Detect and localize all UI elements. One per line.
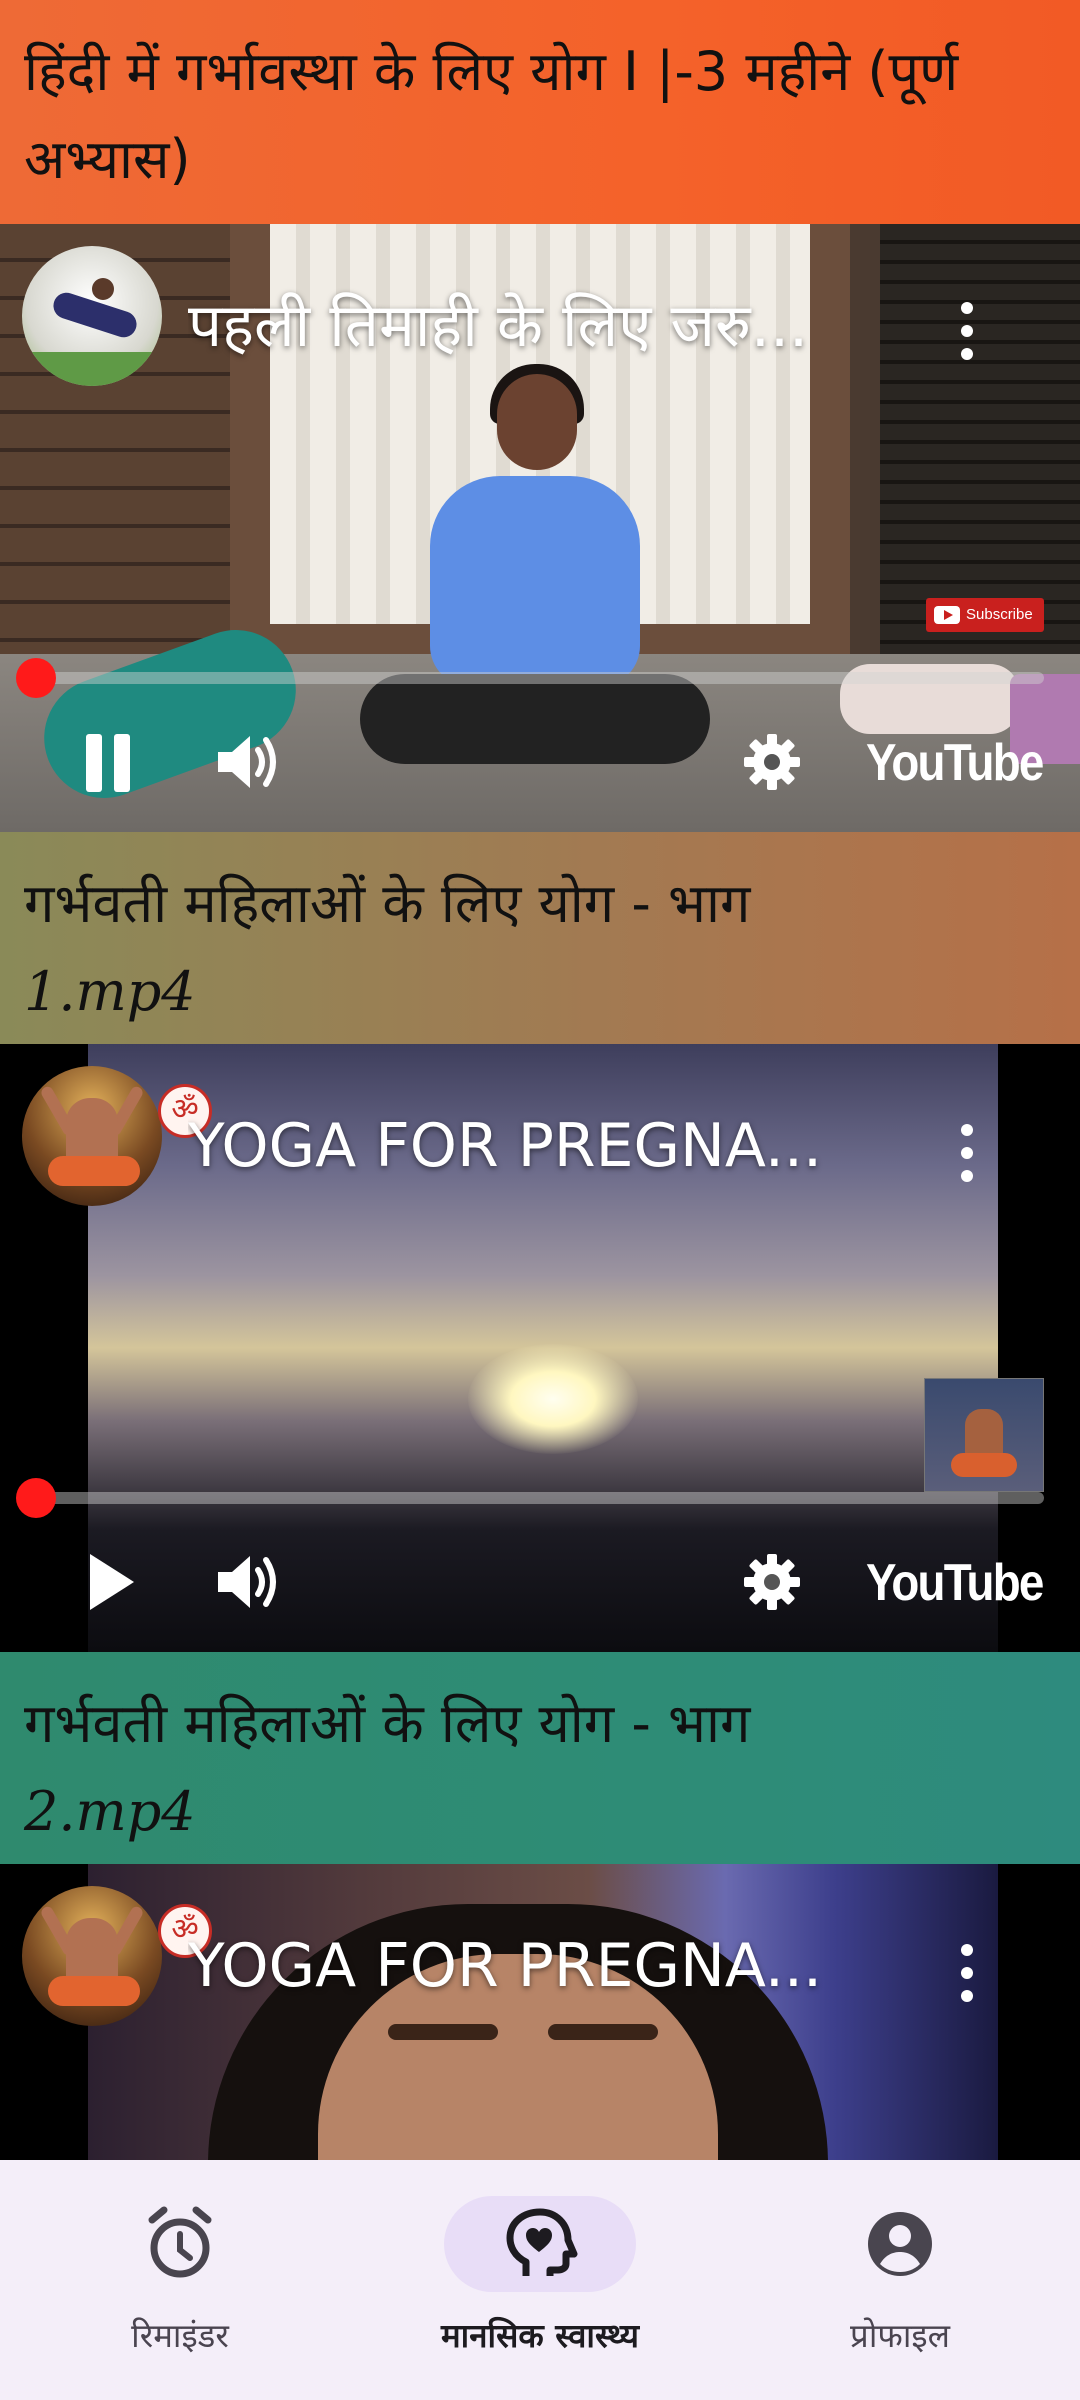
youtube-logo[interactable]: YouTube	[866, 1548, 1044, 1618]
nav-item-label: मानसिक स्वास्थ्य	[440, 2316, 640, 2355]
channel-watermark[interactable]	[924, 1378, 1044, 1492]
video-title[interactable]: YOGA FOR PREGNA...	[188, 1104, 878, 1188]
progress-scrubber[interactable]	[16, 1478, 56, 1518]
youtube-play-icon	[934, 606, 960, 624]
channel-avatar[interactable]	[22, 1066, 162, 1206]
video-title[interactable]: YOGA FOR PREGNA...	[188, 1924, 878, 2008]
video-player-3[interactable]: ॐ YOGA FOR PREGNA...	[0, 1864, 1080, 2160]
video-title[interactable]: पहली तिमाही के लिए जरु...	[188, 284, 878, 368]
section-title-banner: हिंदी में गर्भावस्था के लिए योग I |-3 मह…	[0, 0, 1080, 224]
progress-scrubber[interactable]	[16, 658, 56, 698]
pause-icon[interactable]	[82, 734, 134, 792]
nav-item-label: रिमाइंडर	[131, 2316, 229, 2355]
nav-item-label: प्रोफाइल	[850, 2316, 950, 2355]
progress-bar[interactable]	[34, 672, 1044, 684]
section-title: हिंदी में गर्भावस्था के लिए योग I |-3 मह…	[24, 40, 959, 191]
play-icon[interactable]	[86, 1554, 136, 1610]
nav-item-profile[interactable]: प्रोफाइल	[720, 2160, 1080, 2400]
more-options-icon[interactable]	[942, 1118, 992, 1188]
video-caption-2: गर्भवती महिलाओं के लिए योग - भाग 2.mp4	[0, 1652, 1080, 1864]
caption-title: गर्भवती महिलाओं के लिए योग - भाग	[24, 872, 751, 935]
channel-avatar[interactable]	[22, 246, 162, 386]
channel-avatar[interactable]	[22, 1886, 162, 2026]
video-caption-1: गर्भवती महिलाओं के लिए योग - भाग 1.mp4	[0, 832, 1080, 1044]
bottom-navigation-bar: रिमाइंडर मानसिक स्वास्थ्य प्रोफाइल	[0, 2160, 1080, 2400]
account-circle-icon	[856, 2200, 944, 2288]
video-player-1[interactable]: पहली तिमाही के लिए जरु... Subscribe YouT…	[0, 224, 1080, 832]
settings-gear-icon[interactable]	[742, 732, 802, 792]
volume-icon[interactable]	[214, 730, 286, 794]
volume-icon[interactable]	[214, 1550, 286, 1614]
subscribe-button[interactable]: Subscribe	[926, 598, 1044, 632]
caption-title: गर्भवती महिलाओं के लिए योग - भाग	[24, 1692, 751, 1755]
progress-bar[interactable]	[34, 1492, 1044, 1504]
mental-health-icon	[496, 2200, 584, 2288]
video-thumbnail-3	[88, 1864, 998, 2160]
video-player-2[interactable]: ॐ YOGA FOR PREGNA... YouTube	[0, 1044, 1080, 1652]
alarm-clock-icon	[136, 2200, 224, 2288]
caption-filename: 1.mp4	[24, 960, 196, 1023]
youtube-logo[interactable]: YouTube	[866, 728, 1044, 798]
caption-filename: 2.mp4	[24, 1780, 196, 1843]
nav-item-mental-health[interactable]: मानसिक स्वास्थ्य	[360, 2160, 720, 2400]
settings-gear-icon[interactable]	[742, 1552, 802, 1612]
more-options-icon[interactable]	[942, 1938, 992, 2008]
nav-item-reminder[interactable]: रिमाइंडर	[0, 2160, 360, 2400]
more-options-icon[interactable]	[942, 296, 992, 366]
